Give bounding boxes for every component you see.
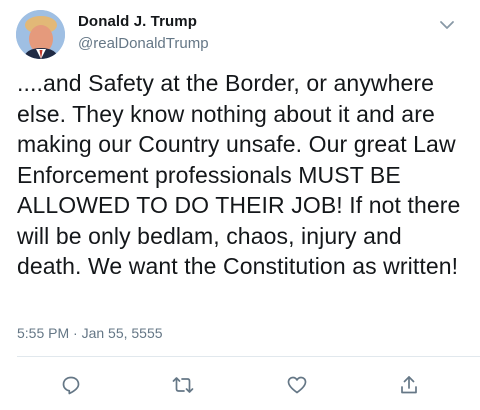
- retweet-icon: [172, 377, 194, 393]
- avatar-image: [16, 10, 65, 59]
- tweet-text: ....and Safety at the Border, or anywher…: [17, 70, 461, 279]
- reply-button[interactable]: [56, 370, 86, 400]
- tweet-timestamp[interactable]: 5:55 PM · Jan 55, 5555: [17, 325, 163, 341]
- heart-icon: [287, 376, 307, 394]
- author-name[interactable]: Donald J. Trump: [78, 13, 197, 30]
- share-button[interactable]: [394, 370, 424, 400]
- author-handle[interactable]: @realDonaldTrump: [78, 35, 209, 52]
- share-icon: [401, 376, 417, 394]
- like-button[interactable]: [282, 370, 312, 400]
- more-menu-button[interactable]: [436, 14, 458, 36]
- reply-icon: [62, 376, 80, 395]
- retweet-button[interactable]: [168, 370, 198, 400]
- divider: [17, 356, 480, 357]
- avatar[interactable]: [16, 10, 65, 59]
- chevron-down-icon: [440, 21, 454, 29]
